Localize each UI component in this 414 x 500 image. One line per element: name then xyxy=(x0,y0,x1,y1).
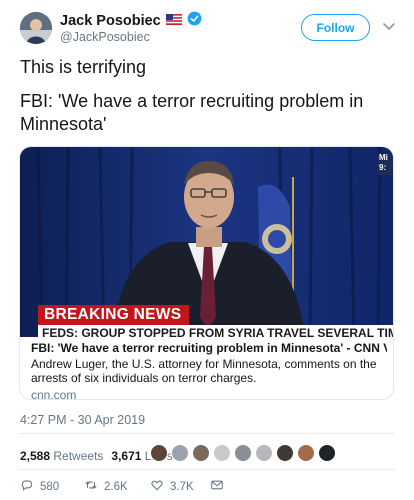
tweet-paragraph: This is terrifying xyxy=(20,57,147,77)
retweets-label: Retweets xyxy=(53,449,104,463)
retweets-count: 2,588 xyxy=(20,449,51,463)
breaking-news-banner: BREAKING NEWS xyxy=(38,305,190,325)
retweets-stat[interactable]: 2,588 Retweets xyxy=(20,449,103,463)
chevron-down-icon[interactable] xyxy=(381,20,397,32)
divider xyxy=(19,469,395,470)
tweet-actions: 580 2.6K 3.7K xyxy=(20,478,224,495)
direct-message-button[interactable] xyxy=(210,478,224,495)
tweet-timestamp[interactable]: 4:27 PM - 30 Apr 2019 xyxy=(20,413,145,427)
retweet-count: 2.6K xyxy=(104,480,128,493)
likes-count: 3,671 xyxy=(111,449,142,463)
author-handle[interactable]: @JackPosobiec xyxy=(60,30,150,44)
reply-count: 580 xyxy=(40,480,60,493)
like-count: 3.7K xyxy=(170,480,194,493)
tweet-paragraph: FBI: 'We have a terror recruiting proble… xyxy=(20,91,364,134)
liker-avatar[interactable] xyxy=(318,444,336,462)
verified-badge-icon xyxy=(187,11,202,31)
author-avatar[interactable] xyxy=(20,12,52,44)
follow-button[interactable]: Follow xyxy=(301,14,370,41)
card-text: FBI: 'We have a terror recruiting proble… xyxy=(31,341,387,400)
author-name-row: Jack Posobiec xyxy=(60,11,202,31)
video-thumbnail[interactable]: Mi 9: BREAKING NEWS FEDS: GROUP STOPPED … xyxy=(20,147,393,337)
liker-avatar[interactable] xyxy=(213,444,231,462)
like-button[interactable]: 3.7K xyxy=(150,478,210,495)
link-card[interactable]: Mi 9: BREAKING NEWS FEDS: GROUP STOPPED … xyxy=(19,146,394,400)
envelope-icon xyxy=(210,478,224,495)
retweet-icon xyxy=(84,478,98,495)
retweet-button[interactable]: 2.6K xyxy=(84,478,150,495)
liker-avatar[interactable] xyxy=(276,444,294,462)
author-name[interactable]: Jack Posobiec xyxy=(60,13,161,29)
reply-button[interactable]: 580 xyxy=(20,478,84,495)
heart-icon xyxy=(150,478,164,495)
card-description: Andrew Luger, the U.S. attorney for Minn… xyxy=(31,357,377,385)
news-ticker: FEDS: GROUP STOPPED FROM SYRIA TRAVEL SE… xyxy=(38,325,393,337)
card-title[interactable]: FBI: 'We have a terror recruiting proble… xyxy=(31,341,387,355)
divider xyxy=(19,433,395,434)
liker-avatar[interactable] xyxy=(297,444,315,462)
channel-bug: Mi 9: xyxy=(377,153,393,175)
liker-avatar[interactable] xyxy=(150,444,168,462)
reply-icon xyxy=(20,478,34,495)
liker-avatar[interactable] xyxy=(171,444,189,462)
liker-avatar[interactable] xyxy=(234,444,252,462)
card-domain: cnn.com xyxy=(31,388,77,400)
tweet-text: This is terrifying FBI: 'We have a terro… xyxy=(20,56,400,136)
liker-avatars xyxy=(150,444,336,462)
liker-avatar[interactable] xyxy=(255,444,273,462)
liker-avatar[interactable] xyxy=(192,444,210,462)
us-flag-icon xyxy=(165,12,182,30)
